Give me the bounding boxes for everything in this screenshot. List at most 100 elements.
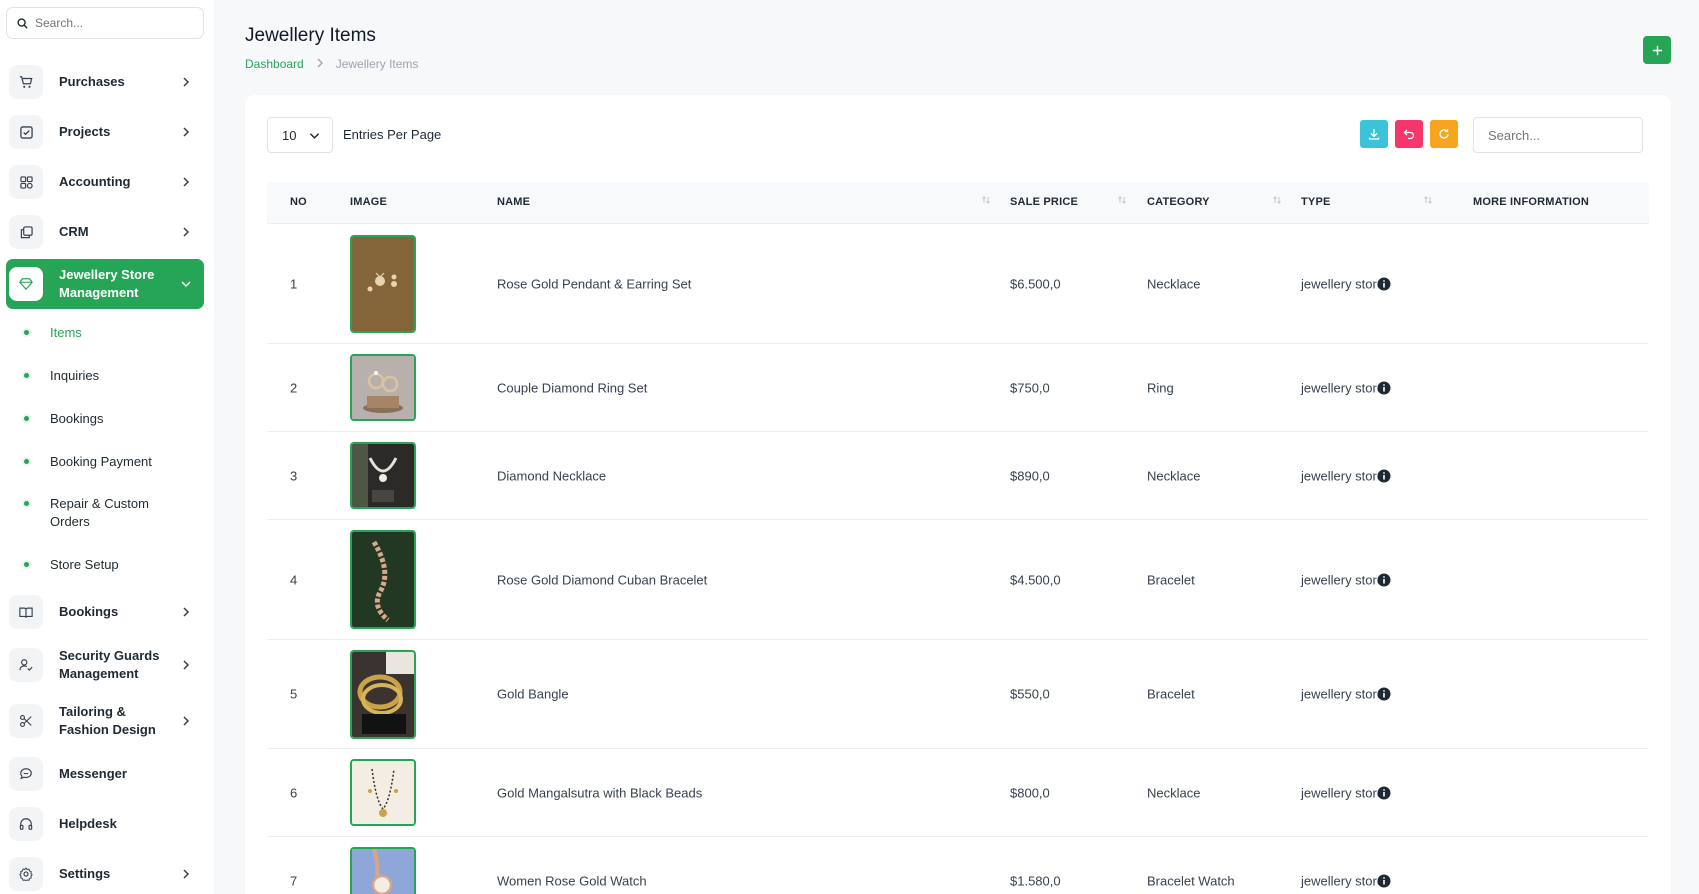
column-header-type[interactable]: TYPE bbox=[1301, 196, 1331, 208]
column-header-category[interactable]: CATEGORY bbox=[1147, 196, 1210, 208]
chevron-right-icon bbox=[316, 57, 324, 71]
item-image[interactable] bbox=[350, 354, 416, 421]
table-header: NO IMAGE NAME SALE PRICE CATEGORY TYPE M… bbox=[267, 182, 1649, 224]
sort-icon[interactable] bbox=[1117, 195, 1127, 205]
column-header-image[interactable]: IMAGE bbox=[350, 196, 387, 208]
breadcrumb-dashboard-link[interactable]: Dashboard bbox=[245, 57, 304, 71]
cell-no: 6 bbox=[290, 785, 298, 800]
cell-no: 5 bbox=[290, 686, 298, 702]
info-icon[interactable] bbox=[1377, 573, 1391, 587]
info-icon[interactable] bbox=[1377, 786, 1391, 800]
column-header-no[interactable]: NO bbox=[290, 196, 307, 208]
item-image[interactable] bbox=[350, 530, 416, 629]
table-row: 5 Gold Bangle $550,0 Bracelet jewellery … bbox=[267, 640, 1649, 749]
cell-type: jewellery store bbox=[1301, 572, 1385, 587]
cell-name: Rose Gold Diamond Cuban Bracelet bbox=[497, 572, 708, 587]
nav-projects-label: Projects bbox=[59, 124, 111, 139]
item-image[interactable] bbox=[350, 847, 416, 894]
undo-button[interactable] bbox=[1395, 120, 1423, 148]
sort-icon[interactable] bbox=[1272, 195, 1282, 205]
subnav-store-setup[interactable]: Store Setup bbox=[22, 556, 192, 574]
export-button[interactable] bbox=[1360, 120, 1388, 148]
cell-no: 4 bbox=[290, 572, 298, 587]
cell-type: jewellery store bbox=[1301, 785, 1385, 800]
item-image[interactable] bbox=[350, 759, 416, 826]
chevron-right-icon bbox=[183, 716, 190, 726]
refresh-button[interactable] bbox=[1430, 120, 1458, 148]
nav-crm[interactable]: CRM bbox=[6, 209, 204, 255]
add-item-button[interactable] bbox=[1643, 36, 1671, 64]
chevron-down-icon bbox=[181, 281, 191, 288]
subnav-repair-custom-orders[interactable]: Repair & Custom Orders bbox=[22, 495, 172, 531]
nav-messenger[interactable]: Messenger bbox=[6, 751, 204, 797]
bullet-dot-icon bbox=[22, 560, 31, 569]
info-icon[interactable] bbox=[1377, 687, 1391, 701]
nav-bookings[interactable]: Bookings bbox=[6, 589, 204, 635]
nav-tailoring-fashion-design[interactable]: Tailoring & Fashion Design bbox=[6, 697, 204, 745]
info-icon[interactable] bbox=[1377, 381, 1391, 395]
plus-icon bbox=[1652, 45, 1662, 55]
items-table-card: 10 Entries Per Page NO IMAGE NAME SALE P… bbox=[245, 95, 1671, 894]
cart-icon bbox=[9, 65, 43, 99]
item-image[interactable] bbox=[350, 235, 416, 333]
sidebar-search-input[interactable] bbox=[35, 16, 195, 30]
bullet-dot-icon bbox=[22, 499, 31, 508]
cell-type: jewellery store bbox=[1301, 873, 1385, 889]
column-header-name[interactable]: NAME bbox=[497, 196, 530, 208]
info-icon[interactable] bbox=[1377, 874, 1391, 888]
chevron-right-icon bbox=[183, 607, 190, 617]
nav-jewellery-store-management-label: Jewellery Store Management bbox=[59, 267, 155, 300]
nav-projects[interactable]: Projects bbox=[6, 109, 204, 155]
cell-type: jewellery store bbox=[1301, 380, 1385, 395]
nav-messenger-label: Messenger bbox=[59, 766, 127, 781]
nav-settings[interactable]: Settings bbox=[6, 851, 204, 894]
cell-name: Couple Diamond Ring Set bbox=[497, 380, 648, 395]
download-icon bbox=[1368, 129, 1380, 140]
chevron-right-icon bbox=[183, 77, 190, 87]
checkbox-icon bbox=[9, 115, 43, 149]
nav-accounting[interactable]: Accounting bbox=[6, 159, 204, 205]
sort-icon[interactable] bbox=[981, 195, 991, 205]
nav-helpdesk[interactable]: Helpdesk bbox=[6, 801, 204, 847]
chevron-right-icon bbox=[183, 869, 190, 879]
cell-type: jewellery store bbox=[1301, 686, 1385, 702]
cell-sale-price: $550,0 bbox=[1010, 686, 1050, 702]
table-row: 4 Rose Gold Diamond Cuban Bracelet $4.50… bbox=[267, 520, 1649, 640]
nav-purchases[interactable]: Purchases bbox=[6, 59, 204, 105]
nav-bookings-label: Bookings bbox=[59, 604, 119, 619]
nav-purchases-label: Purchases bbox=[59, 74, 125, 89]
subnav-booking-payment[interactable]: Booking Payment bbox=[22, 453, 192, 471]
column-header-more-information: MORE INFORMATION bbox=[1473, 196, 1590, 208]
table-row: 1 Rose Gold Pendant & Earring Set $6.500… bbox=[267, 224, 1649, 344]
chevron-right-icon bbox=[183, 177, 190, 187]
nav-crm-label: CRM bbox=[59, 224, 89, 239]
item-image[interactable] bbox=[350, 442, 416, 509]
info-icon[interactable] bbox=[1377, 469, 1391, 483]
subnav-items[interactable]: Items bbox=[22, 324, 192, 342]
nav-jewellery-store-management[interactable]: Jewellery Store Management bbox=[6, 259, 204, 309]
sidebar-search[interactable] bbox=[6, 7, 204, 39]
cell-category: Bracelet bbox=[1147, 686, 1195, 702]
headphones-icon bbox=[9, 807, 43, 841]
cell-category: Bracelet Watch bbox=[1147, 873, 1235, 889]
item-image[interactable] bbox=[350, 650, 416, 739]
column-header-sale-price[interactable]: SALE PRICE bbox=[1010, 196, 1078, 208]
search-icon bbox=[17, 17, 28, 29]
table-search-input[interactable] bbox=[1473, 117, 1643, 153]
cell-no: 7 bbox=[290, 873, 298, 889]
cell-sale-price: $800,0 bbox=[1010, 785, 1050, 800]
subnav-inquiries[interactable]: Inquiries bbox=[22, 367, 192, 385]
cell-no: 3 bbox=[290, 468, 298, 483]
chevron-right-icon bbox=[183, 127, 190, 137]
gear-icon bbox=[9, 857, 43, 891]
entries-per-page-select[interactable]: 10 bbox=[267, 117, 333, 153]
cell-sale-price: $6.500,0 bbox=[1010, 276, 1061, 291]
subnav-store-setup-label: Store Setup bbox=[50, 557, 119, 572]
sort-icon[interactable] bbox=[1423, 195, 1433, 205]
cell-sale-price: $750,0 bbox=[1010, 380, 1050, 395]
cell-name: Gold Mangalsutra with Black Beads bbox=[497, 785, 703, 800]
cell-sale-price: $890,0 bbox=[1010, 468, 1050, 483]
subnav-bookings[interactable]: Bookings bbox=[22, 410, 192, 428]
info-icon[interactable] bbox=[1377, 277, 1391, 291]
nav-security-guards-management[interactable]: Security Guards Management bbox=[6, 641, 204, 689]
